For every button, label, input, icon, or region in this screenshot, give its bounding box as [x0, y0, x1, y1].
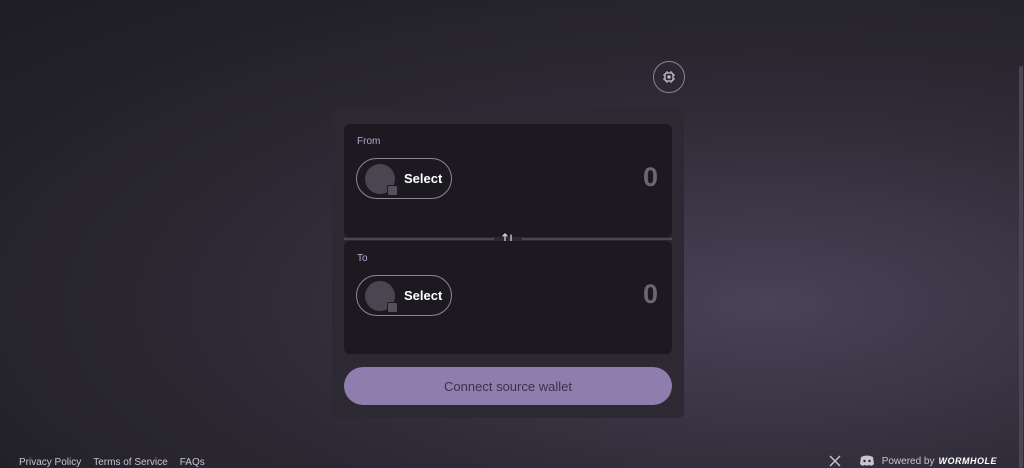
from-panel: From Select 0	[344, 124, 672, 237]
privacy-policy-link[interactable]: Privacy Policy	[19, 457, 81, 468]
to-amount-display: 0	[642, 279, 658, 309]
to-select-label: Select	[404, 288, 443, 303]
from-amount-input[interactable]: 0	[643, 162, 658, 193]
chain-placeholder-icon	[387, 184, 398, 196]
faqs-link[interactable]: FAQs	[180, 457, 205, 468]
footer-links: Privacy Policy Terms of Service FAQs	[19, 457, 205, 468]
to-label: To	[357, 253, 368, 264]
token-placeholder-icon	[365, 280, 398, 313]
scrollbar-thumb[interactable]	[1019, 66, 1023, 468]
gear-icon	[663, 71, 675, 83]
page-scrollbar[interactable]	[1018, 0, 1024, 468]
token-placeholder-icon	[365, 163, 398, 196]
divider-right	[522, 238, 672, 240]
x-icon[interactable]	[829, 455, 841, 467]
chain-placeholder-icon	[387, 301, 398, 313]
from-label: From	[357, 136, 381, 147]
divider-left	[344, 238, 494, 240]
from-token-select-button[interactable]: Select	[356, 158, 452, 199]
connect-source-wallet-button[interactable]: Connect source wallet	[344, 367, 672, 405]
settings-button[interactable]	[653, 61, 685, 93]
to-panel: To Select 0	[344, 241, 672, 354]
footer-right: Powered by WORMHOLE	[829, 455, 997, 467]
bridge-widget: From Select 0 To Select 0 Connect source…	[332, 108, 684, 418]
from-select-label: Select	[404, 171, 443, 186]
wormhole-logo[interactable]: WORMHOLE	[939, 456, 998, 466]
discord-icon[interactable]	[859, 455, 875, 467]
to-token-select-button[interactable]: Select	[356, 275, 452, 316]
powered-by-label: Powered by	[881, 455, 935, 467]
terms-of-service-link[interactable]: Terms of Service	[93, 457, 167, 468]
